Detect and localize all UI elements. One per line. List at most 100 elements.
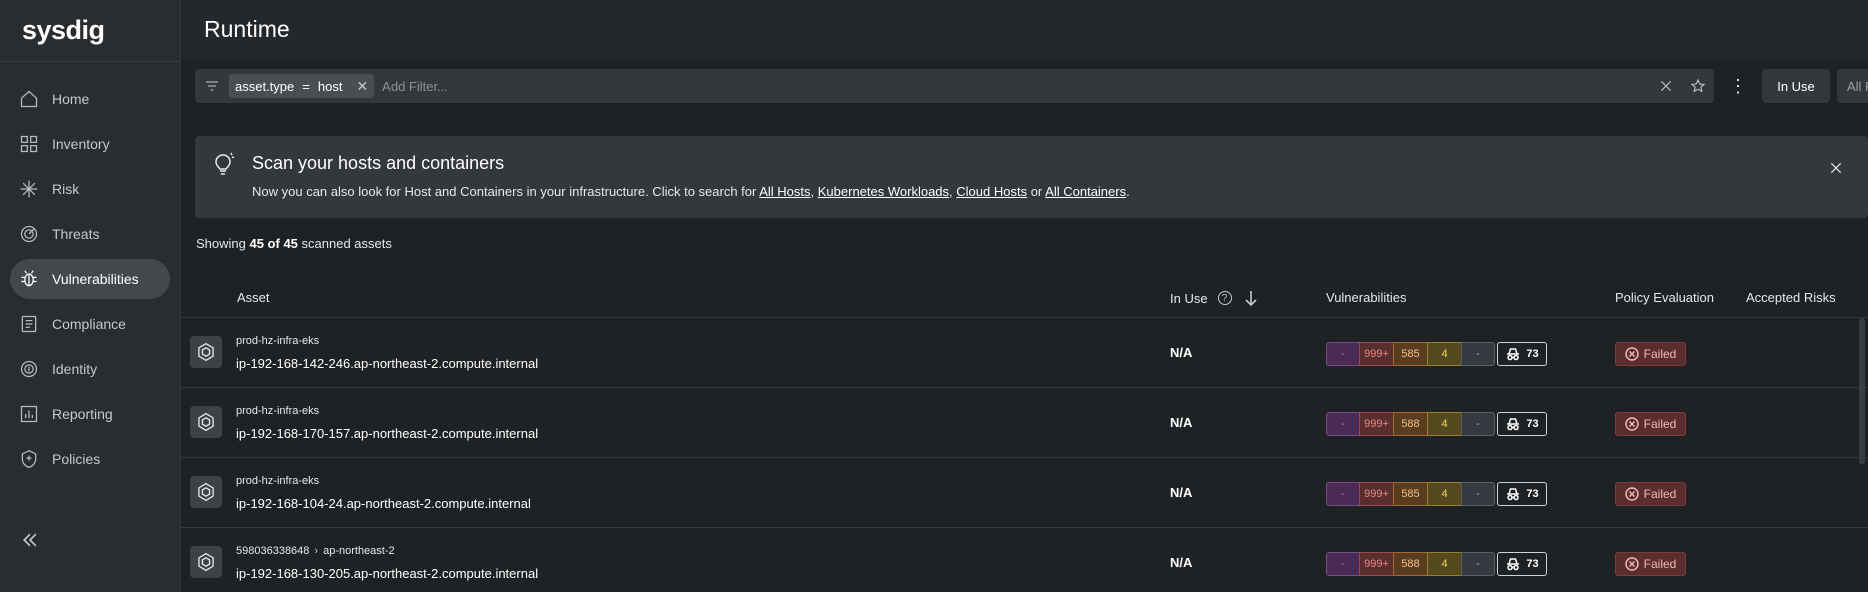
high-count: 999+: [1359, 482, 1394, 506]
host-icon: [190, 546, 222, 578]
sidebar-item-risk[interactable]: Risk: [10, 169, 170, 209]
link-all-containers[interactable]: All Containers: [1045, 184, 1126, 199]
close-banner-button[interactable]: [1826, 158, 1846, 178]
risk-icon: [18, 178, 40, 200]
banner-suffix: .: [1126, 184, 1130, 199]
sidebar-item-policies[interactable]: Policies: [10, 439, 170, 479]
table-row[interactable]: 598036338648 › ap-northeast-2 ip-192-168-…: [181, 528, 1868, 592]
filter-chip-key: asset.type: [235, 78, 295, 94]
column-header-accepted-risks[interactable]: Accepted Risks: [1746, 290, 1836, 305]
sidebar-item-vulnerabilities[interactable]: Vulnerabilities: [10, 259, 170, 299]
exploit-count-badge[interactable]: 73: [1497, 342, 1547, 366]
main-content: Runtime asset.type = host ✕ ⋮ In Use All…: [181, 0, 1868, 592]
in-use-toggle-button[interactable]: In Use: [1762, 69, 1830, 103]
policy-status-badge[interactable]: Failed: [1615, 482, 1686, 506]
exploit-count-badge[interactable]: 73: [1497, 412, 1547, 436]
asset-name-link[interactable]: ip-192-168-130-205.ap-northeast-2.comput…: [236, 566, 538, 581]
sidebar-item-home[interactable]: Home: [10, 79, 170, 119]
asset-name-link[interactable]: ip-192-168-104-24.ap-northeast-2.compute…: [236, 496, 531, 511]
star-icon: [1690, 78, 1706, 93]
asset-name-link[interactable]: ip-192-168-170-157.ap-northeast-2.comput…: [236, 426, 538, 441]
column-header-asset[interactable]: Asset: [237, 290, 270, 305]
scrollbar[interactable]: [1859, 318, 1865, 464]
policy-status-label: Failed: [1643, 347, 1677, 361]
link-kubernetes-workloads[interactable]: Kubernetes Workloads: [818, 184, 949, 199]
policy-status-badge[interactable]: Failed: [1615, 552, 1686, 576]
in-use-value: N/A: [1170, 485, 1193, 500]
reporting-icon: [18, 403, 40, 425]
asset-parent[interactable]: prod-hz-infra-eks: [236, 405, 319, 417]
policy-status-label: Failed: [1643, 487, 1677, 501]
inventory-icon: [18, 133, 40, 155]
sidebar-item-label: Compliance: [52, 316, 126, 332]
host-icon: [190, 476, 222, 508]
clear-filter-button[interactable]: [1650, 69, 1682, 103]
filter-icon[interactable]: [195, 69, 229, 103]
spy-icon: [1507, 488, 1520, 501]
asset-parent[interactable]: prod-hz-infra-eks: [236, 335, 319, 347]
filter-chip-operator: =: [302, 78, 310, 94]
critical-count: -: [1326, 482, 1360, 506]
sidebar-item-identity[interactable]: Identity: [10, 349, 170, 389]
exploit-count: 73: [1526, 488, 1539, 500]
sidebar-item-label: Vulnerabilities: [52, 271, 139, 287]
close-icon: [1660, 80, 1672, 92]
asset-parent-label: 598036338648: [236, 545, 310, 557]
filter-bar: asset.type = host ✕: [195, 69, 1714, 103]
sort-descending-icon[interactable]: [1244, 290, 1258, 307]
table-header: Asset In Use ? Vulnerabilities Policy Ev…: [181, 278, 1868, 318]
table-row[interactable]: prod-hz-infra-eks ip-192-168-142-246.ap-…: [181, 318, 1868, 388]
add-filter-input[interactable]: [374, 78, 1650, 94]
low-count: 4: [1427, 482, 1462, 506]
remove-filter-icon[interactable]: ✕: [356, 78, 368, 95]
asset-parent[interactable]: 598036338648 › ap-northeast-2: [236, 545, 395, 557]
sidebar-item-reporting[interactable]: Reporting: [10, 394, 170, 434]
banner-separator: ,: [810, 184, 818, 199]
policy-evaluation-select[interactable]: All Policy Evaluati...: [1837, 69, 1868, 103]
column-header-in-use[interactable]: In Use ?: [1170, 290, 1258, 307]
identity-icon: [18, 358, 40, 380]
help-icon[interactable]: ?: [1217, 291, 1232, 305]
link-all-hosts[interactable]: All Hosts: [759, 184, 810, 199]
vulnerability-severity-bar[interactable]: - 999+ 588 4 -: [1326, 552, 1495, 576]
threats-icon: [18, 223, 40, 245]
filter-chip[interactable]: asset.type = host ✕: [229, 74, 375, 98]
sidebar-item-compliance[interactable]: Compliance: [10, 304, 170, 344]
banner-title: Scan your hosts and containers: [252, 153, 505, 173]
policy-status-badge[interactable]: Failed: [1615, 342, 1686, 366]
vulnerability-severity-bar[interactable]: - 999+ 585 4 -: [1326, 342, 1495, 366]
link-cloud-hosts[interactable]: Cloud Hosts: [956, 184, 1027, 199]
critical-count: -: [1326, 552, 1360, 576]
exploit-count-badge[interactable]: 73: [1497, 552, 1547, 576]
save-filter-button[interactable]: [1682, 69, 1714, 103]
sidebar-item-label: Home: [52, 91, 90, 107]
compliance-icon: [18, 313, 40, 335]
sidebar-item-threats[interactable]: Threats: [10, 214, 170, 254]
medium-count: 585: [1393, 482, 1428, 506]
column-header-vulnerabilities[interactable]: Vulnerabilities: [1326, 290, 1406, 305]
summary-suffix: scanned assets: [297, 236, 392, 251]
exploit-count-badge[interactable]: 73: [1497, 482, 1547, 506]
collapse-sidebar-button[interactable]: [18, 528, 42, 552]
host-icon: [190, 406, 222, 438]
sidebar-item-inventory[interactable]: Inventory: [10, 124, 170, 164]
policy-status-badge[interactable]: Failed: [1615, 412, 1686, 436]
column-header-policy-evaluation[interactable]: Policy Evaluation: [1615, 290, 1714, 305]
asset-name-link[interactable]: ip-192-168-142-246.ap-northeast-2.comput…: [236, 356, 538, 371]
close-icon: [1830, 162, 1842, 174]
asset-parent[interactable]: prod-hz-infra-eks: [236, 475, 319, 487]
low-count: 4: [1427, 412, 1462, 436]
exploit-count: 73: [1526, 558, 1539, 570]
sysdig-logo[interactable]: sysdig: [0, 0, 180, 62]
table-row[interactable]: prod-hz-infra-eks ip-192-168-170-157.ap-…: [181, 388, 1868, 458]
vulnerability-severity-bar[interactable]: - 999+ 588 4 -: [1326, 412, 1495, 436]
sidebar-item-label: Policies: [52, 451, 101, 467]
banner-text: Now you can also look for Host and Conta…: [252, 184, 1130, 199]
policy-status-label: Failed: [1643, 417, 1677, 431]
critical-count: -: [1326, 412, 1360, 436]
more-options-button[interactable]: ⋮: [1721, 69, 1755, 103]
vulnerability-severity-bar[interactable]: - 999+ 585 4 -: [1326, 482, 1495, 506]
table-row[interactable]: prod-hz-infra-eks ip-192-168-104-24.ap-n…: [181, 458, 1868, 528]
failed-circle-x-icon: [1624, 417, 1639, 431]
medium-count: 588: [1393, 552, 1428, 576]
